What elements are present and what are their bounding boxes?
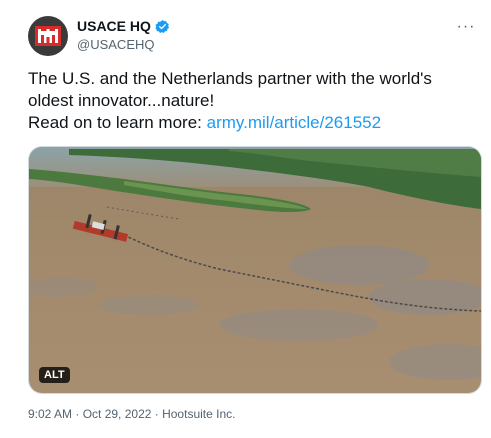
tweet-text-line-3: Read on to learn more: army.mil/article/… — [28, 112, 483, 134]
tweet-time[interactable]: 9:02 AM — [28, 407, 72, 421]
alt-text-badge[interactable]: ALT — [39, 367, 70, 383]
tweet-card: USACE HQ @USACEHQ ··· The U.S. and the N… — [0, 0, 491, 438]
tweet-text-line-1: The U.S. and the Netherlands partner wit… — [28, 69, 432, 88]
tweet-text-prefix: Read on to learn more: — [28, 113, 207, 132]
usace-castle-logo-icon — [35, 26, 61, 46]
author-display-name[interactable]: USACE HQ — [77, 18, 151, 34]
tweet-metadata: 9:02 AM · Oct 29, 2022 · Hootsuite Inc. — [28, 407, 235, 421]
verified-badge-icon — [155, 19, 169, 33]
meta-separator: · — [72, 407, 83, 421]
author-handle[interactable]: @USACEHQ — [77, 37, 170, 52]
tweet-text-line-2: oldest innovator...nature! — [28, 91, 215, 110]
avatar[interactable] — [28, 16, 68, 56]
article-link[interactable]: army.mil/article/261552 — [207, 113, 381, 132]
aerial-river-dredging-photo-icon — [29, 147, 481, 393]
tweet-media-photo[interactable]: ALT — [28, 146, 482, 394]
more-options-icon[interactable]: ··· — [455, 16, 477, 38]
tweet-text: The U.S. and the Netherlands partner wit… — [28, 68, 483, 134]
meta-separator: · — [151, 407, 163, 421]
tweet-source[interactable]: Hootsuite Inc. — [162, 407, 235, 421]
tweet-date[interactable]: Oct 29, 2022 — [83, 407, 152, 421]
author-info: USACE HQ @USACEHQ — [77, 18, 170, 52]
